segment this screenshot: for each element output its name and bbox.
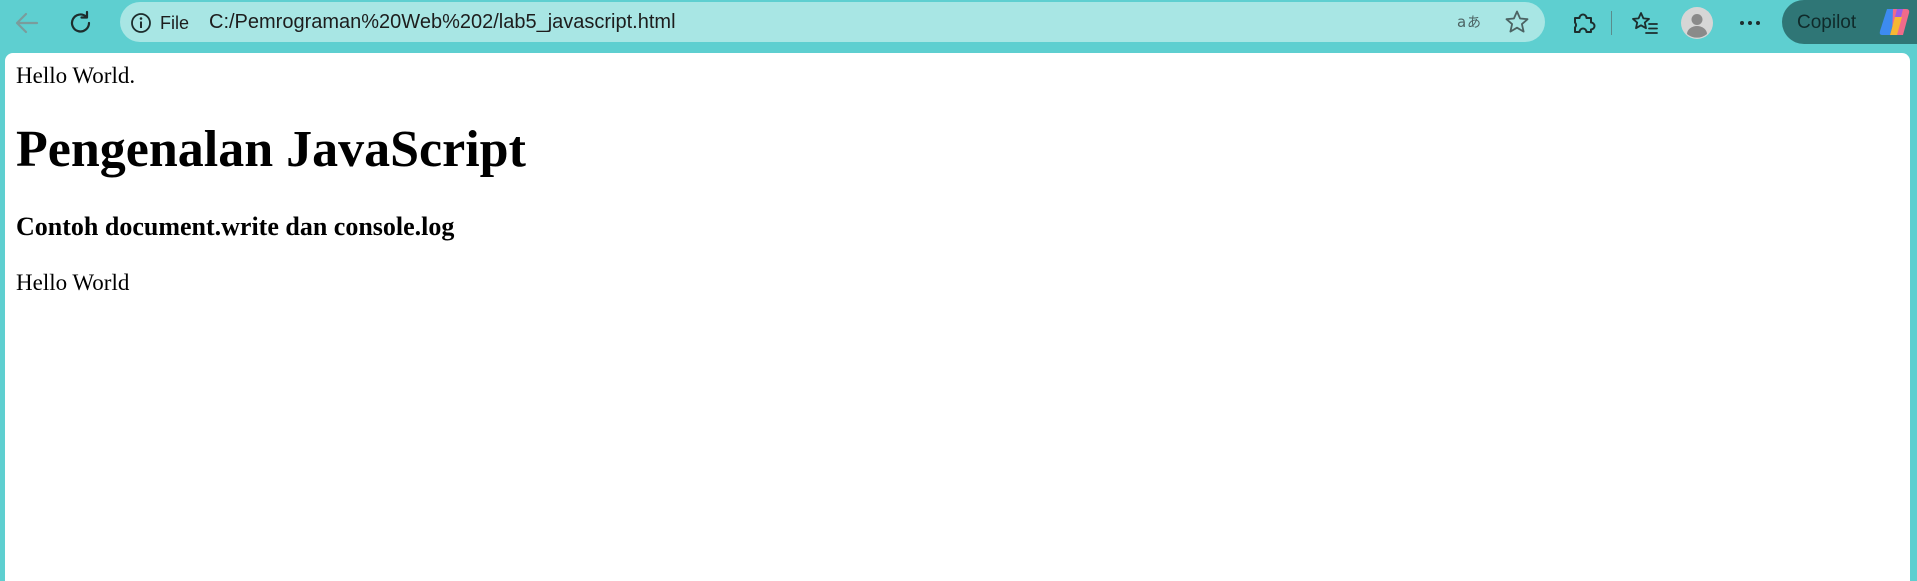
add-favorite-button[interactable] [1502,8,1532,36]
settings-and-more-button[interactable] [1732,5,1768,41]
page-heading: Pengenalan JavaScript [16,121,526,178]
extensions-button[interactable] [1565,5,1601,41]
favorites-list-icon [1632,12,1658,34]
page-content: Hello World. Pengenalan JavaScript Conto… [5,53,1910,581]
toolbar-divider [1611,11,1612,35]
favorites-button[interactable] [1627,5,1663,41]
copilot-label: Copilot [1797,12,1857,33]
translate-button[interactable]: a あ [1455,8,1485,36]
puzzle-icon [1574,13,1596,33]
avatar-icon [1681,7,1713,39]
hello-world-text: Hello World. [16,63,136,88]
page-subheading: Contoh document.write dan console.log [16,212,455,241]
copilot-logo-icon [1879,9,1910,35]
site-info-button[interactable]: File [130,12,189,34]
scheme-label: File [160,12,190,33]
arrow-left-icon [15,12,39,34]
back-button[interactable] [9,5,45,41]
url-text[interactable]: C:/Pemrograman%20Web%202/lab5_javascript… [209,11,676,34]
reload-button[interactable] [63,5,99,41]
svg-text:あ: あ [1467,15,1481,31]
info-icon [131,13,151,33]
refresh-icon [70,10,91,33]
browser-toolbar: File C:/Pemrograman%20Web%202/lab5_javas… [0,0,1917,44]
address-bar[interactable]: File C:/Pemrograman%20Web%202/lab5_javas… [120,2,1545,42]
hello-world-paragraph: Hello World [16,270,130,295]
more-dots-icon [1740,21,1760,25]
star-icon [1505,10,1529,33]
copilot-button[interactable]: Copilot [1782,0,1917,44]
svg-text:a: a [1457,13,1466,31]
profile-button[interactable] [1679,5,1715,41]
translate-icon: a あ [1457,13,1481,31]
